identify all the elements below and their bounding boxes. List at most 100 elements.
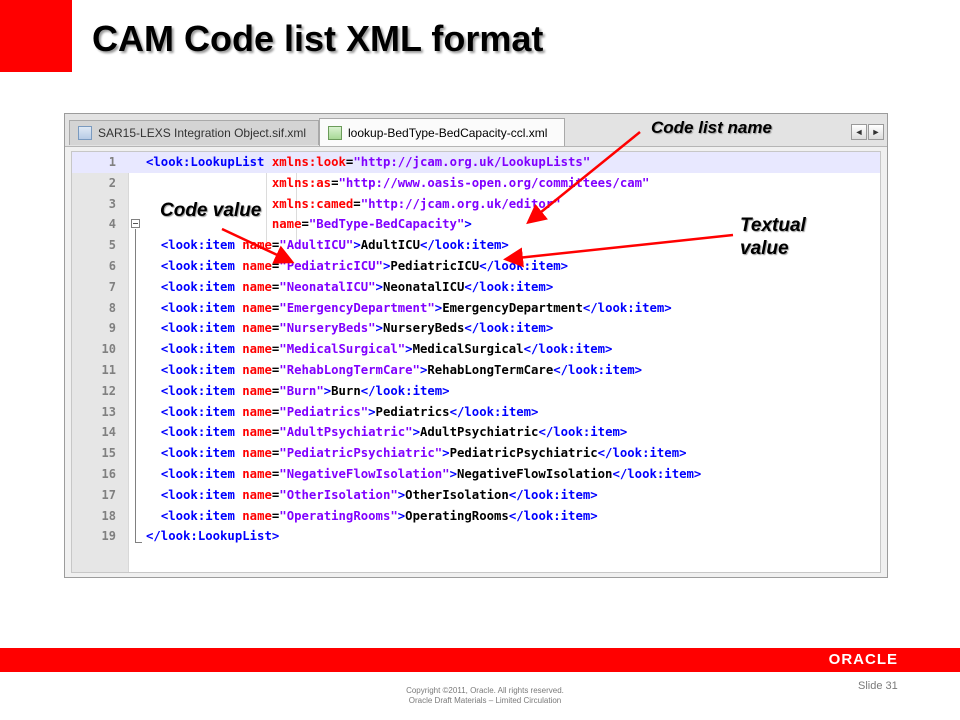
red-corner-block: [0, 0, 72, 72]
xml-attribute: name: [242, 383, 272, 398]
callout-textual-line1: Textual: [740, 215, 806, 236]
equals-sign: =: [331, 175, 339, 190]
callout-code-list-name: Code list name: [651, 118, 772, 137]
xml-tag: <look:item: [160, 238, 235, 253]
code-value: "RehabLongTermCare": [279, 362, 420, 377]
line-number: 10: [101, 342, 116, 357]
line-code: <look:item name="OtherIsolation">OtherIs…: [146, 485, 598, 506]
tag-close: >: [375, 279, 383, 294]
line-number: 15: [101, 446, 116, 461]
textual-value: Burn: [331, 383, 361, 398]
xml-end-tag: </look:item>: [553, 362, 643, 377]
line-code: <look:item name="PediatricPsychiatric">P…: [146, 443, 687, 464]
xml-tag: <look:item: [160, 342, 235, 357]
textual-value: MedicalSurgical: [412, 342, 524, 357]
textual-value: OtherIsolation: [405, 487, 509, 502]
line-code: <look:item name="EmergencyDepartment">Em…: [146, 298, 672, 319]
equals-sign: =: [301, 217, 309, 232]
code-line: 17 <look:item name="OtherIsolation">Othe…: [72, 485, 880, 506]
textual-value: NurseryBeds: [382, 321, 465, 336]
xml-tag: <look:item: [160, 446, 235, 461]
code-value: "OtherIsolation": [279, 487, 398, 502]
code-value: "Pediatrics": [279, 404, 369, 419]
xml-attribute: xmlns:look: [271, 155, 346, 169]
callout-textual-value: Textual value: [740, 214, 806, 260]
xml-attribute: name: [242, 466, 272, 481]
xml-editor-window: SAR15-LEXS Integration Object.sif.xml lo…: [64, 113, 888, 578]
code-line: 1 <look:LookupList xmlns:look="http://jca…: [72, 152, 880, 173]
tag-close: >: [442, 446, 450, 461]
xml-end-tag: </look:item>: [612, 466, 702, 481]
textual-value: OperatingRooms: [405, 508, 509, 523]
code-value: "PediatricICU": [279, 258, 383, 273]
xml-end-tag: </look:item>: [479, 258, 569, 273]
line-code: <look:item name="NeonatalICU">NeonatalIC…: [146, 277, 553, 298]
tab-label: lookup-BedType-BedCapacity-ccl.xml: [348, 125, 548, 140]
xml-attribute: name: [271, 217, 302, 232]
xml-tag: <look:item: [160, 466, 235, 481]
code-value: "OperatingRooms": [279, 508, 398, 523]
xml-attribute: name: [242, 279, 272, 294]
tab-sar15-lexs[interactable]: SAR15-LEXS Integration Object.sif.xml: [69, 120, 319, 145]
code-value: "Burn": [279, 383, 324, 398]
xml-tag: <look:item: [160, 300, 235, 315]
textual-value: Pediatrics: [375, 404, 450, 419]
xml-file-icon: [78, 126, 92, 140]
code-value: "MedicalSurgical": [279, 342, 406, 357]
code-line: 14 <look:item name="AdultPsychiatric">Ad…: [72, 422, 880, 443]
code-line: 12 <look:item name="Burn">Burn</look:ite…: [72, 381, 880, 402]
line-code: <look:item name="AdultICU">AdultICU</loo…: [146, 235, 509, 256]
tab-label: SAR15-LEXS Integration Object.sif.xml: [98, 126, 307, 140]
textual-value: RehabLongTermCare: [427, 362, 554, 377]
xml-end-tag: </look:item>: [597, 446, 687, 461]
code-value: "AdultICU": [279, 238, 354, 253]
code-value: "NeonatalICU": [279, 279, 376, 294]
tab-lookup-bedtype[interactable]: lookup-BedType-BedCapacity-ccl.xml: [319, 118, 565, 146]
tag-close: >: [323, 383, 332, 398]
line-number: 6: [108, 258, 116, 273]
xml-tag: <look:item: [160, 383, 235, 398]
xml-tag: <look:item: [160, 404, 235, 419]
xml-end-tag: </look:item>: [582, 300, 672, 315]
tag-close: >: [464, 217, 472, 232]
xml-attribute: xmlns:camed: [271, 196, 354, 211]
line-code: </look:LookupList>: [146, 526, 279, 547]
xml-tag: <look:item: [160, 258, 235, 273]
tab-scroll-right-button[interactable]: ►: [868, 124, 884, 140]
tag-close: >: [353, 238, 361, 253]
line-code: <look:item name="Burn">Burn</look:item>: [146, 381, 450, 402]
tag-close: >: [412, 425, 420, 440]
xml-end-tag: </look:LookupList>: [146, 529, 280, 544]
xml-tag: <look:item: [160, 279, 235, 294]
xml-end-tag: </look:item>: [419, 238, 509, 253]
line-code: <look:LookupList xmlns:look="http://jcam…: [146, 152, 590, 173]
code-value: "PediatricPsychiatric": [279, 446, 443, 461]
line-number: 14: [101, 425, 116, 440]
code-line: 13 <look:item name="Pediatrics">Pediatri…: [72, 402, 880, 423]
line-number: 1: [108, 155, 116, 169]
tab-scroll-left-button[interactable]: ◄: [851, 124, 867, 140]
xml-tag: <look:LookupList: [146, 155, 265, 169]
attribute-value: "http://jcam.org.uk/editor": [360, 196, 561, 211]
line-number: 18: [101, 508, 116, 523]
line-number: 7: [108, 279, 116, 294]
code-line: 10 <look:item name="MedicalSurgical">Med…: [72, 339, 880, 360]
line-number: 8: [108, 300, 116, 315]
xml-attribute: name: [242, 238, 272, 253]
code-value: "EmergencyDepartment": [279, 300, 435, 315]
textual-value: PediatricPsychiatric: [449, 446, 598, 461]
line-number: 16: [101, 466, 116, 481]
xml-end-tag: </look:item>: [449, 404, 539, 419]
xml-tag: <look:item: [160, 362, 235, 377]
attribute-value: "http://www.oasis-open.org/committees/ca…: [338, 175, 650, 190]
textual-value: PediatricICU: [390, 258, 480, 273]
line-number: 13: [101, 404, 116, 419]
